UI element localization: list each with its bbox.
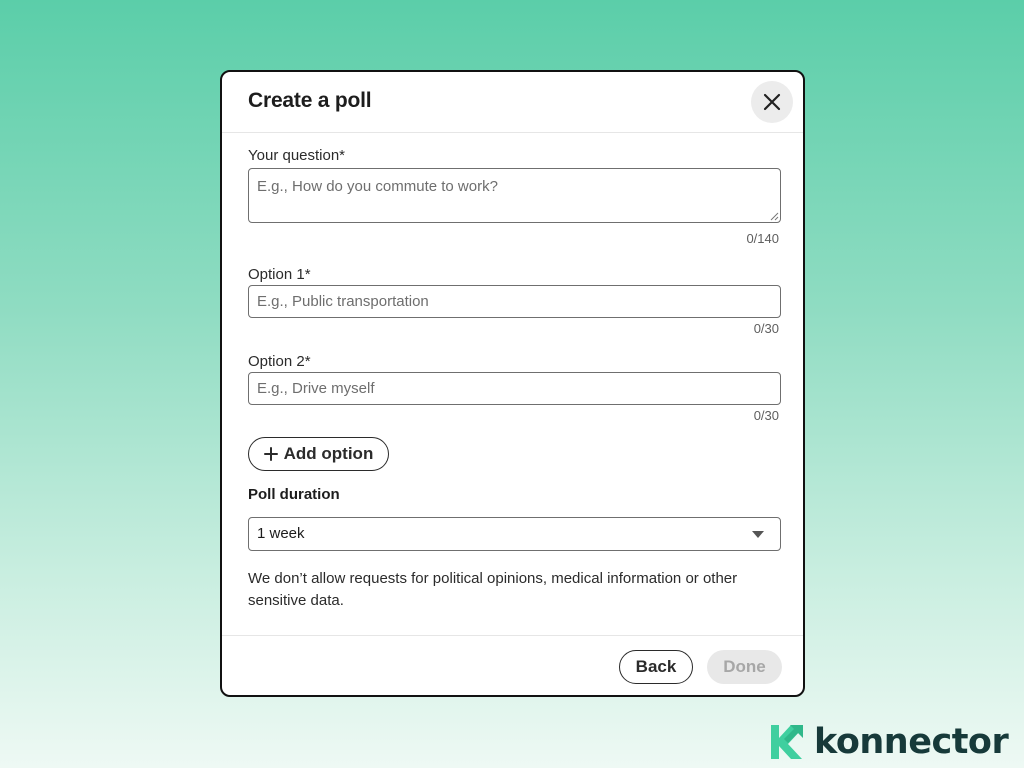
create-poll-dialog: Create a poll Your question* E.g., How d…	[220, 70, 805, 697]
poll-duration-label: Poll duration	[248, 486, 340, 503]
konnector-logo: konnector	[768, 720, 1009, 764]
question-placeholder: E.g., How do you commute to work?	[257, 178, 498, 195]
done-button: Done	[707, 650, 782, 684]
konnector-logo-icon	[771, 725, 803, 759]
caret-down-icon	[752, 531, 764, 538]
add-option-button[interactable]: Add option	[248, 437, 389, 471]
option-1-placeholder: E.g., Public transportation	[257, 293, 429, 310]
question-counter: 0/140	[746, 231, 779, 246]
close-button[interactable]	[751, 81, 793, 123]
question-textarea[interactable]: E.g., How do you commute to work?	[248, 168, 781, 223]
dialog-title: Create a poll	[248, 89, 372, 112]
question-label: Your question*	[248, 147, 346, 164]
add-option-label: Add option	[283, 444, 374, 463]
option-2-counter: 0/30	[753, 408, 779, 423]
disclaimer-text: We don’t allow requests for political op…	[248, 570, 738, 609]
option-1-label: Option 1*	[248, 266, 311, 283]
resize-handle-icon[interactable]	[769, 211, 779, 221]
option-1-counter: 0/30	[753, 321, 779, 336]
close-icon	[763, 93, 781, 111]
option-2-placeholder: E.g., Drive myself	[257, 380, 375, 397]
back-button[interactable]: Back	[619, 650, 693, 684]
poll-duration-value: 1 week	[257, 525, 305, 542]
dialog-footer: Back Done	[222, 635, 803, 695]
poll-duration-select[interactable]: 1 week	[248, 517, 781, 551]
brand-name: konnector	[814, 722, 1009, 762]
option-2-input[interactable]: E.g., Drive myself	[248, 372, 781, 405]
dialog-header: Create a poll	[222, 72, 803, 133]
plus-icon	[263, 447, 278, 461]
option-1-input[interactable]: E.g., Public transportation	[248, 285, 781, 318]
option-2-label: Option 2*	[248, 353, 311, 370]
